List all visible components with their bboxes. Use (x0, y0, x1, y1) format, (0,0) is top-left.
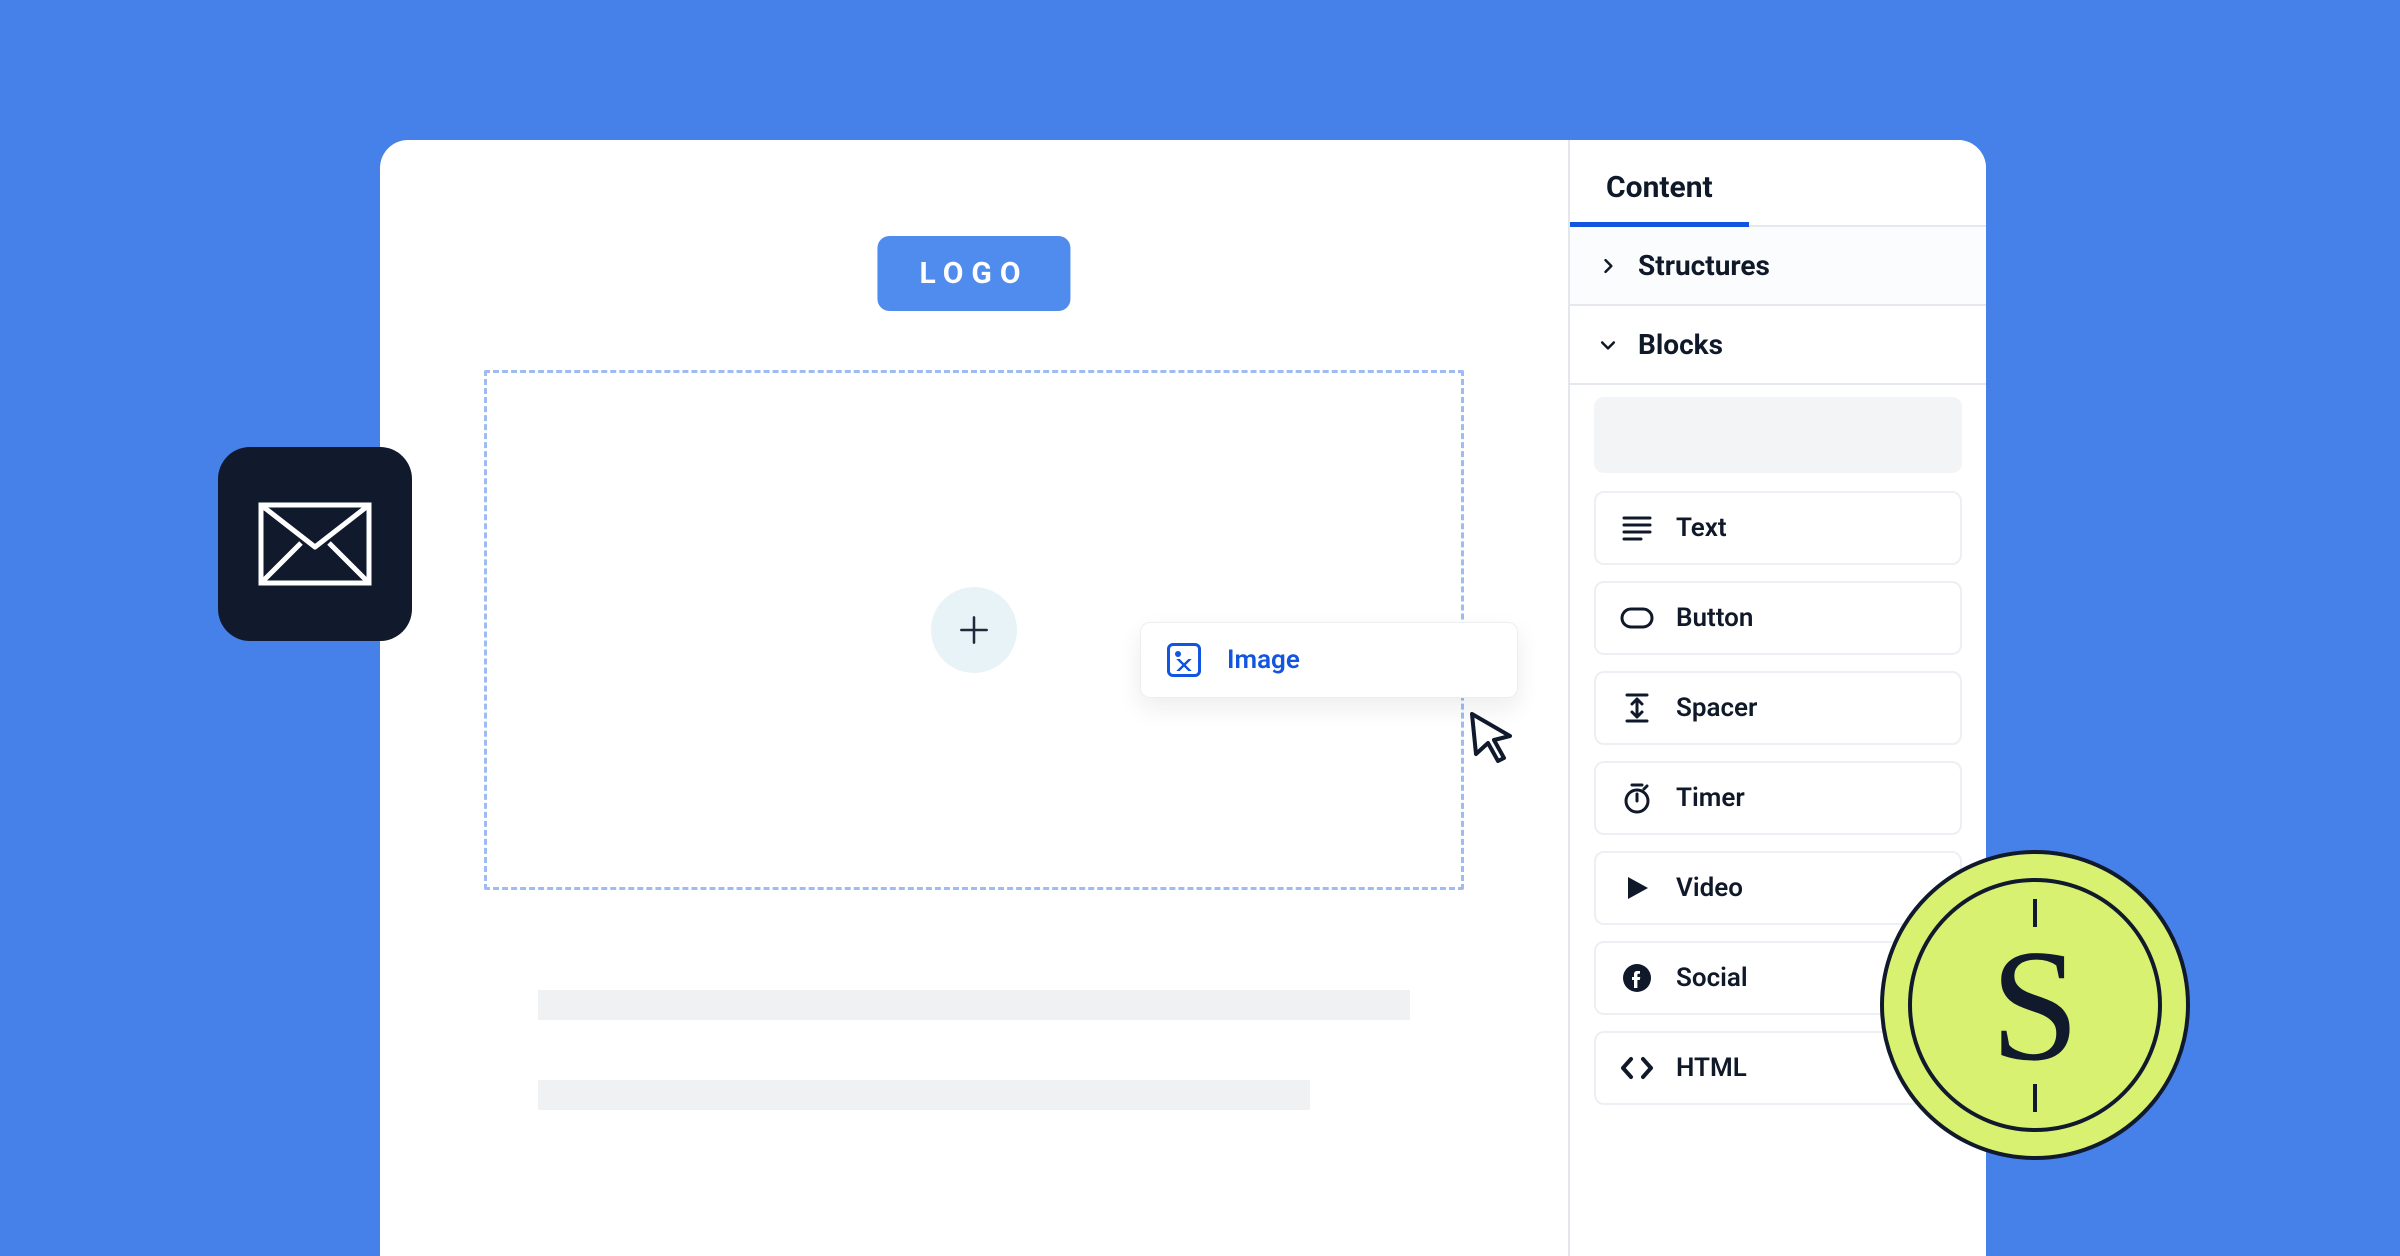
block-timer[interactable]: Timer (1594, 761, 1962, 835)
envelope-icon (257, 501, 373, 587)
block-label: HTML (1676, 1053, 1747, 1083)
sidebar-tabs: Content (1570, 140, 1986, 227)
section-structures[interactable]: Structures (1570, 227, 1986, 306)
cursor-icon (1464, 708, 1520, 764)
section-blocks-label: Blocks (1638, 328, 1723, 361)
block-image-ghost-slot[interactable] (1594, 397, 1962, 473)
block-spacer[interactable]: Spacer (1594, 671, 1962, 745)
block-label: Timer (1676, 783, 1745, 813)
social-icon (1620, 963, 1654, 993)
block-label: Button (1676, 603, 1753, 633)
dragged-block-label: Image (1227, 645, 1300, 675)
stage: LOGO Content Stru (0, 0, 2400, 1256)
editor-window: LOGO Content Stru (380, 140, 1986, 1256)
block-label: Video (1676, 873, 1743, 903)
email-icon-badge (218, 447, 412, 641)
video-icon (1620, 874, 1654, 902)
block-label: Text (1676, 513, 1727, 543)
chevron-down-icon (1598, 334, 1620, 356)
section-structures-label: Structures (1638, 249, 1770, 282)
plus-icon (955, 611, 993, 649)
block-button[interactable]: Button (1594, 581, 1962, 655)
dollar-icon: S (1991, 913, 2080, 1098)
block-text[interactable]: Text (1594, 491, 1962, 565)
placeholder-line (538, 1080, 1310, 1110)
spacer-icon (1620, 693, 1654, 723)
dollar-badge-inner: S (1908, 878, 2162, 1132)
dollar-badge: S (1880, 850, 2190, 1160)
placeholder-line (538, 990, 1410, 1020)
block-label: Social (1676, 963, 1748, 993)
code-icon (1620, 1056, 1654, 1080)
button-icon (1620, 607, 1654, 629)
block-label: Spacer (1676, 693, 1757, 723)
email-canvas[interactable]: LOGO (380, 140, 1568, 1256)
timer-icon (1620, 782, 1654, 814)
text-icon (1620, 515, 1654, 541)
add-block-button[interactable] (931, 587, 1017, 673)
dragged-block-image[interactable]: Image (1140, 622, 1518, 698)
chevron-right-icon (1598, 255, 1620, 277)
image-icon (1167, 643, 1201, 677)
section-blocks[interactable]: Blocks (1570, 306, 1986, 385)
block-video[interactable]: Video (1594, 851, 1962, 925)
tab-content[interactable]: Content (1570, 140, 1749, 225)
logo-block[interactable]: LOGO (877, 236, 1070, 311)
